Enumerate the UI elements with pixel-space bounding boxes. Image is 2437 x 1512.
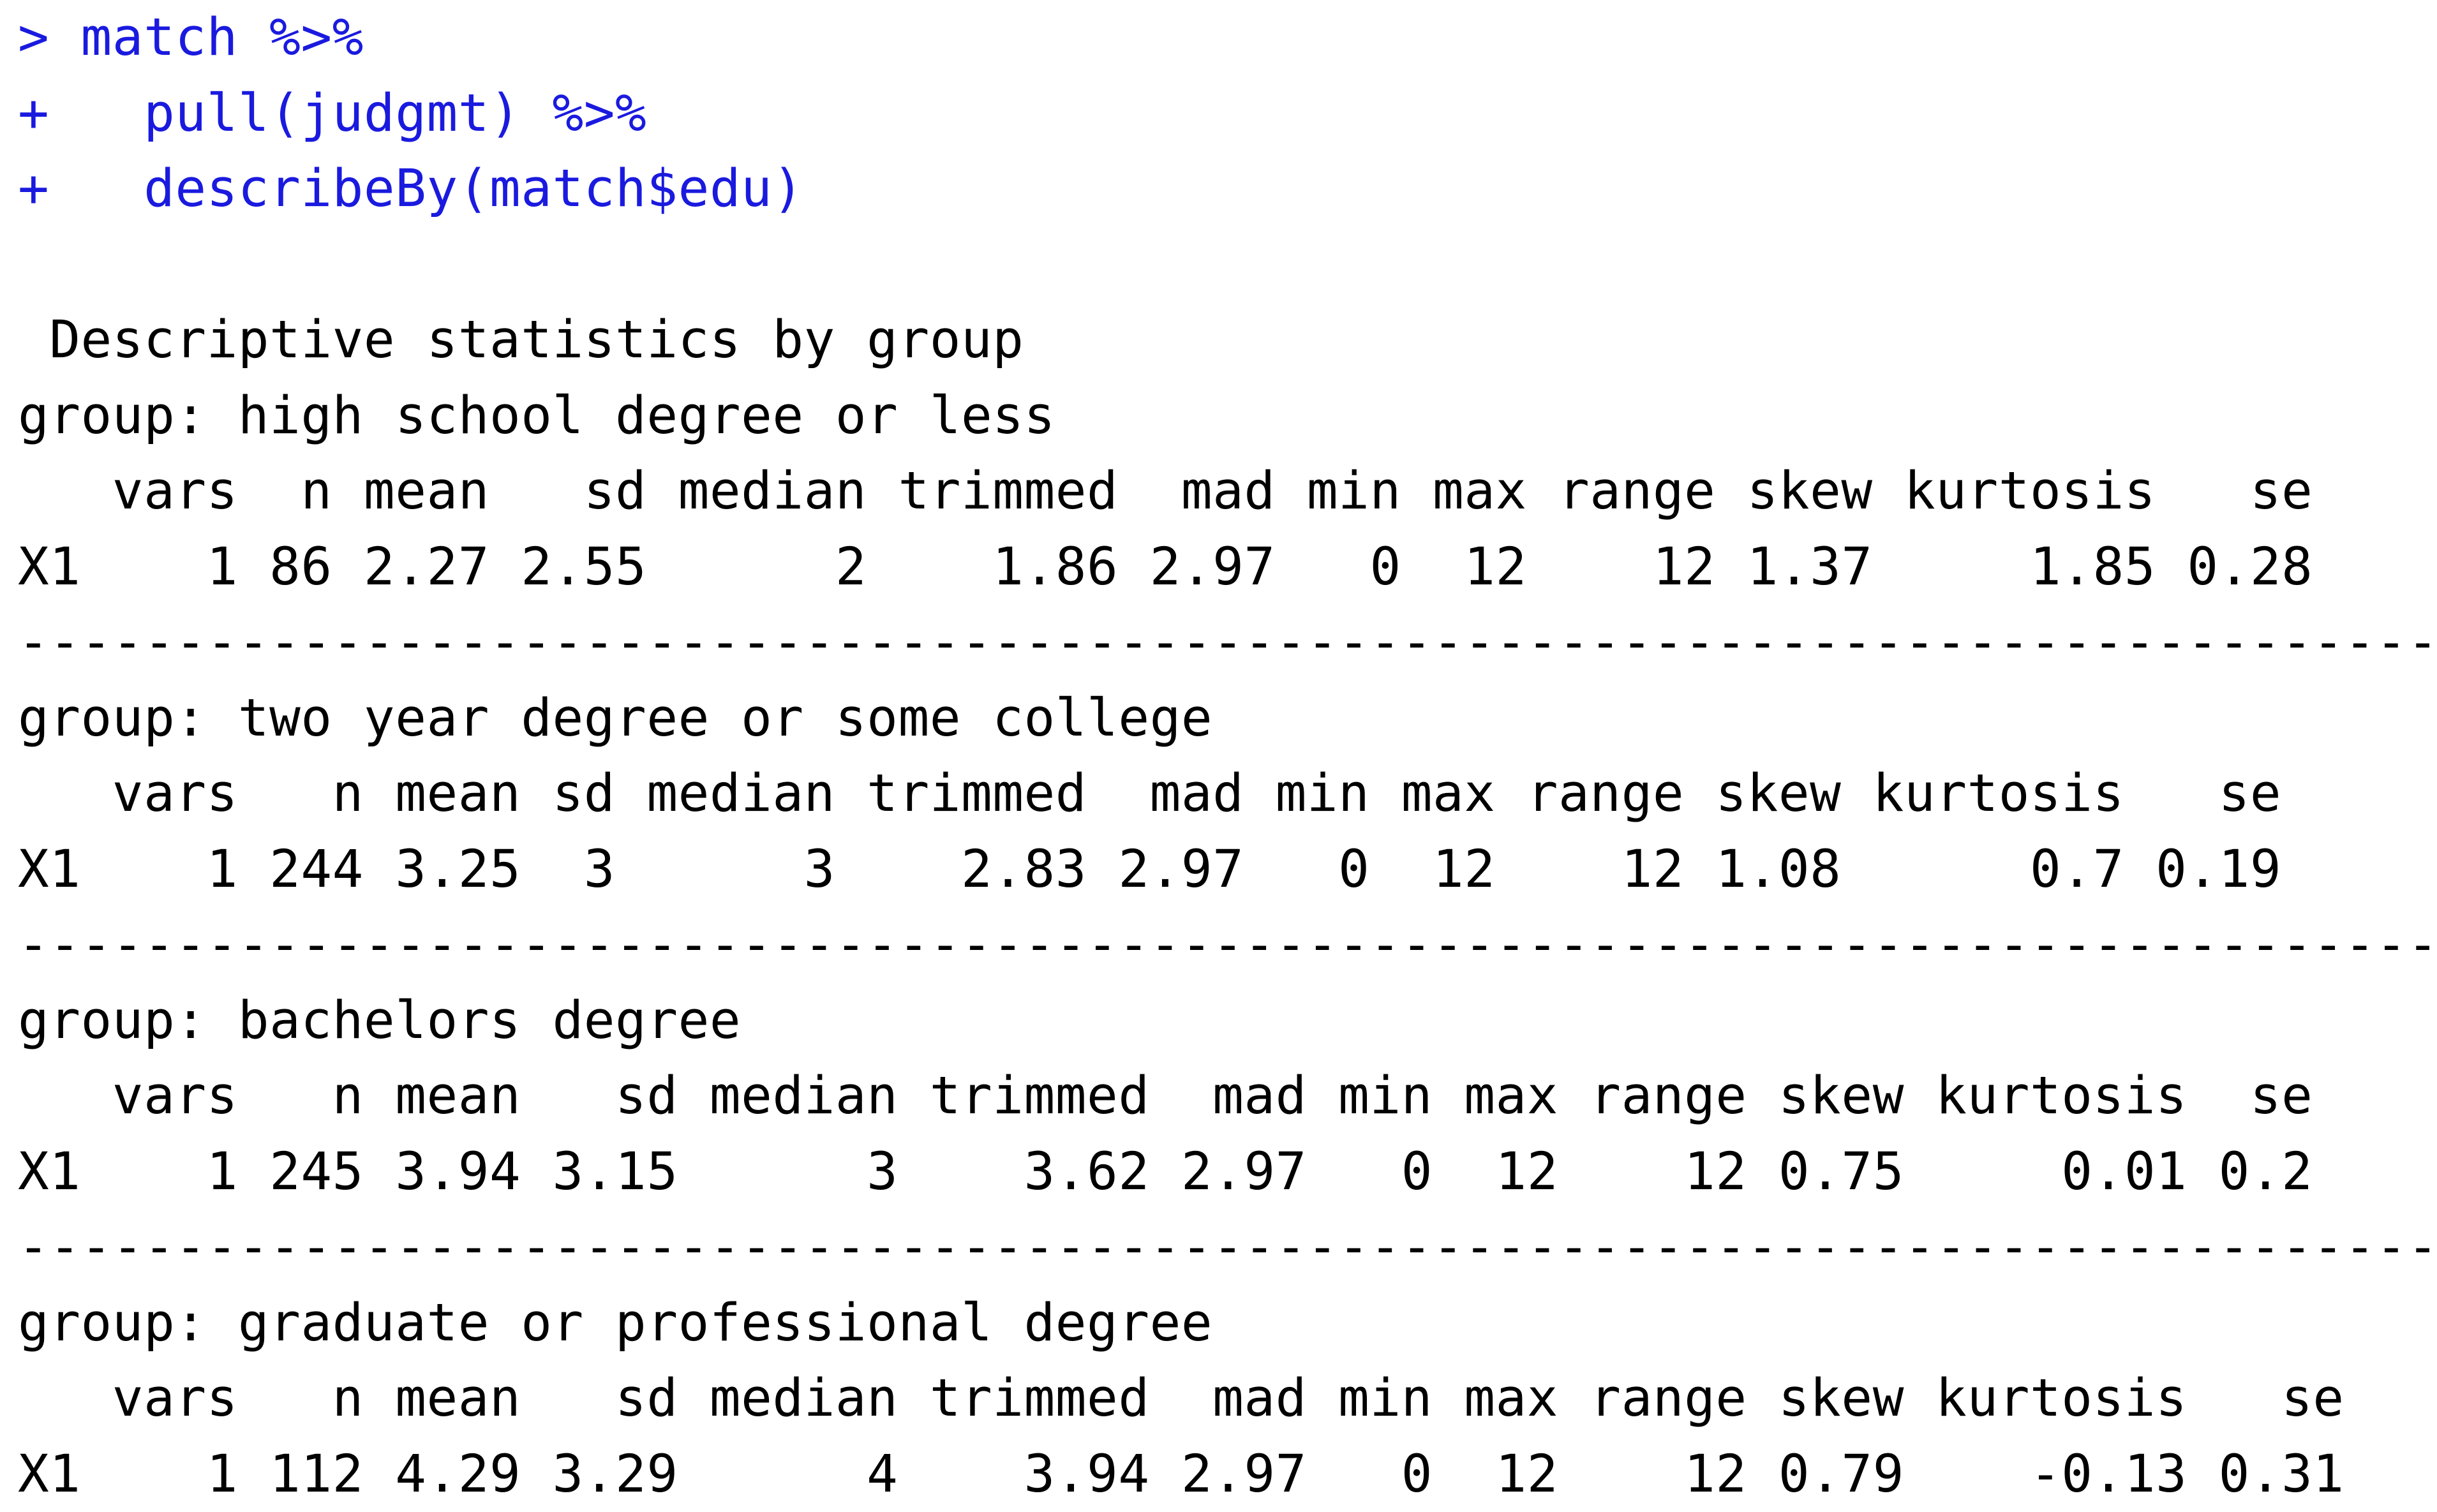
- separator-line: ----------------------------------------…: [18, 1210, 2437, 1286]
- group-label-high-school: group: high school degree or less: [18, 378, 2437, 454]
- command-line-3: + describeBy(match$edu): [18, 151, 2437, 227]
- group-label-graduate: group: graduate or professional degree: [18, 1286, 2437, 1361]
- group-label-two-year: group: two year degree or some college: [18, 681, 2437, 757]
- blank-line: [18, 227, 2437, 303]
- stats-header-graduate: vars n mean sd median trimmed mad min ma…: [18, 1361, 2437, 1437]
- r-console[interactable]: > match %>% + pull(judgmt) %>% + describ…: [0, 0, 2437, 1497]
- stats-row-graduate: X1 1 112 4.29 3.29 4 3.94 2.97 0 12 12 0…: [18, 1437, 2437, 1512]
- stats-header-bachelors: vars n mean sd median trimmed mad min ma…: [18, 1058, 2437, 1134]
- group-label-bachelors: group: bachelors degree: [18, 983, 2437, 1059]
- stats-header-two-year: vars n mean sd median trimmed mad min ma…: [18, 756, 2437, 832]
- command-line-1: > match %>%: [18, 0, 2437, 76]
- command-line-2: + pull(judgmt) %>%: [18, 76, 2437, 152]
- stats-row-high-school: X1 1 86 2.27 2.55 2 1.86 2.97 0 12 12 1.…: [18, 530, 2437, 605]
- stats-header-high-school: vars n mean sd median trimmed mad min ma…: [18, 454, 2437, 530]
- stats-row-two-year: X1 1 244 3.25 3 3 2.83 2.97 0 12 12 1.08…: [18, 832, 2437, 908]
- output-title: Descriptive statistics by group: [18, 302, 2437, 378]
- separator-line: ----------------------------------------…: [18, 907, 2437, 983]
- separator-line: ----------------------------------------…: [18, 605, 2437, 681]
- stats-row-bachelors: X1 1 245 3.94 3.15 3 3.62 2.97 0 12 12 0…: [18, 1134, 2437, 1210]
